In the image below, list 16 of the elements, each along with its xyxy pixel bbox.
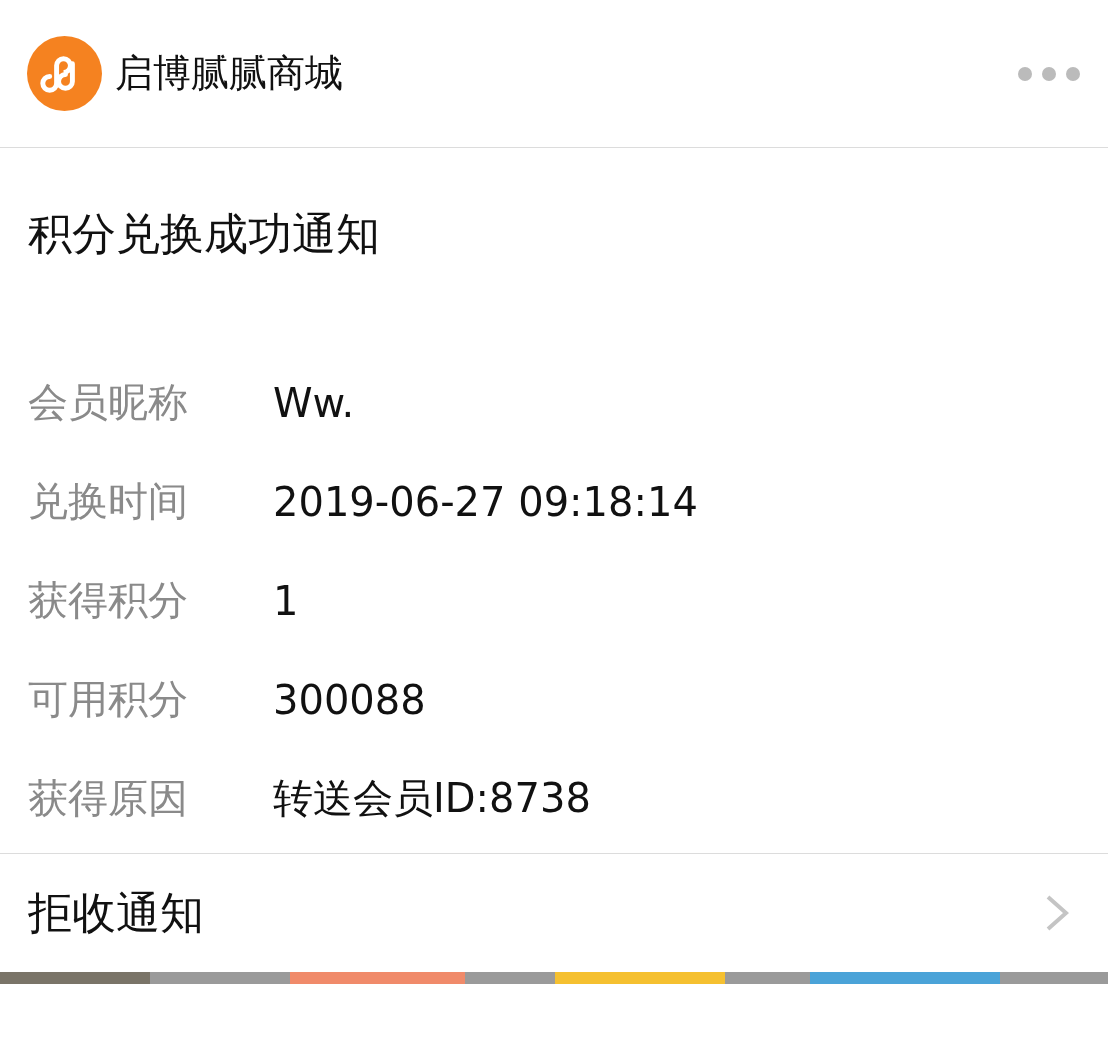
field-value: 1 [273, 577, 299, 624]
more-icon[interactable] [1017, 64, 1081, 83]
chevron-icon [1044, 893, 1070, 933]
notice-title: 积分兑换成功通知 [27, 207, 381, 261]
field-label: 获得原因 [28, 774, 189, 823]
field-value: 300088 [273, 676, 426, 723]
field-label: 会员昵称 [28, 378, 189, 427]
field-value: 2019-06-27 09:18:14 [273, 478, 698, 525]
app-title: 启博腻腻商城 [115, 50, 344, 97]
mini-program-logo-icon [27, 36, 102, 111]
field-value: 转送会员ID:8738 [273, 774, 591, 823]
field-label: 获得积分 [28, 576, 189, 625]
field-value: Ww. [273, 379, 355, 426]
reject-notice-label: 拒收通知 [28, 885, 204, 940]
field-label: 可用积分 [28, 675, 189, 724]
field-label: 兑换时间 [28, 477, 189, 526]
